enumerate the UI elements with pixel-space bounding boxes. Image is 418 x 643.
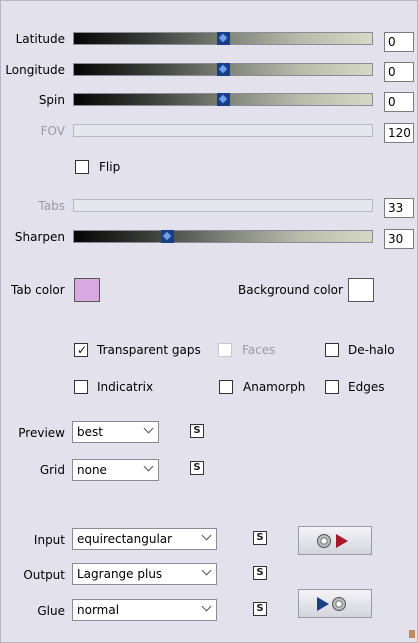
spin-label: Spin bbox=[38, 93, 65, 107]
spin-value-field[interactable]: 0 bbox=[384, 92, 414, 112]
latitude-slider[interactable] bbox=[73, 32, 373, 45]
transparent-gaps-checkbox[interactable]: ✓ bbox=[74, 343, 88, 357]
glue-select-value: normal bbox=[77, 603, 120, 617]
input-s-button[interactable]: S bbox=[253, 531, 267, 545]
glue-label: Glue bbox=[37, 604, 65, 618]
sharpen-label: Sharpen bbox=[14, 230, 65, 244]
indicatrix-checkbox[interactable] bbox=[74, 380, 88, 394]
play-icon bbox=[317, 597, 329, 611]
transparent-gaps-label: Transparent gaps bbox=[97, 343, 201, 357]
preview-select[interactable]: best bbox=[72, 421, 159, 443]
background-color-swatch[interactable] bbox=[348, 278, 374, 302]
faces-label: Faces bbox=[242, 343, 276, 357]
spin-slider-thumb[interactable] bbox=[217, 93, 230, 106]
fov-value-field: 120 bbox=[384, 123, 414, 143]
load-input-button[interactable] bbox=[298, 526, 372, 555]
latitude-slider-thumb[interactable] bbox=[217, 32, 230, 45]
output-label: Output bbox=[23, 568, 65, 582]
indicatrix-label: Indicatrix bbox=[97, 380, 154, 394]
output-select[interactable]: Lagrange plus bbox=[72, 563, 217, 585]
chevron-down-icon bbox=[201, 565, 212, 576]
grid-select[interactable]: none bbox=[72, 459, 159, 481]
latitude-value-field[interactable]: 0 bbox=[384, 32, 414, 52]
settings-panel: Latitude 0 Longitude 0 Spin 0 FOV 120 Fl… bbox=[0, 0, 418, 643]
tab-color-label: Tab color bbox=[11, 283, 65, 297]
preview-label: Preview bbox=[18, 426, 65, 440]
fov-slider bbox=[73, 124, 373, 137]
glue-s-button[interactable]: S bbox=[253, 602, 267, 616]
latitude-label: Latitude bbox=[15, 32, 65, 46]
tabs-slider bbox=[73, 199, 373, 212]
longitude-value-field[interactable]: 0 bbox=[384, 62, 414, 82]
glue-select[interactable]: normal bbox=[72, 599, 217, 621]
save-output-button[interactable] bbox=[298, 589, 372, 618]
output-s-button[interactable]: S bbox=[253, 566, 267, 580]
disc-icon bbox=[332, 597, 346, 611]
input-select-value: equirectangular bbox=[77, 532, 173, 546]
sharpen-slider[interactable] bbox=[73, 230, 373, 243]
anamorph-label: Anamorph bbox=[243, 380, 306, 394]
sharpen-slider-thumb[interactable] bbox=[161, 230, 174, 243]
disc-icon bbox=[317, 534, 331, 548]
output-select-value: Lagrange plus bbox=[77, 567, 163, 581]
longitude-label: Longitude bbox=[5, 63, 65, 77]
flip-checkbox[interactable] bbox=[75, 160, 89, 174]
tab-color-swatch[interactable] bbox=[74, 278, 100, 302]
resize-grip-icon[interactable] bbox=[409, 630, 415, 638]
tabs-label: Tabs bbox=[38, 199, 65, 213]
de-halo-label: De-halo bbox=[348, 343, 395, 357]
grid-label: Grid bbox=[39, 463, 65, 477]
longitude-slider-thumb[interactable] bbox=[217, 63, 230, 76]
checkmark-icon: ✓ bbox=[77, 343, 88, 357]
longitude-slider[interactable] bbox=[73, 63, 373, 76]
background-color-label: Background color bbox=[238, 283, 343, 297]
faces-checkbox bbox=[218, 343, 232, 357]
edges-checkbox[interactable] bbox=[325, 380, 339, 394]
de-halo-checkbox[interactable] bbox=[325, 343, 339, 357]
edges-label: Edges bbox=[348, 380, 385, 394]
grid-select-value: none bbox=[77, 463, 107, 477]
fov-label: FOV bbox=[40, 124, 65, 138]
chevron-down-icon bbox=[143, 423, 154, 434]
play-icon bbox=[336, 534, 348, 548]
preview-select-value: best bbox=[77, 425, 103, 439]
tabs-value-field: 33 bbox=[384, 198, 414, 218]
chevron-down-icon bbox=[201, 530, 212, 541]
chevron-down-icon bbox=[143, 461, 154, 472]
spin-slider[interactable] bbox=[73, 93, 373, 106]
chevron-down-icon bbox=[201, 601, 212, 612]
flip-label: Flip bbox=[99, 160, 121, 174]
preview-s-button[interactable]: S bbox=[190, 424, 204, 438]
input-select[interactable]: equirectangular bbox=[72, 528, 217, 550]
input-label: Input bbox=[33, 533, 65, 547]
sharpen-value-field[interactable]: 30 bbox=[384, 229, 414, 249]
grid-s-button[interactable]: S bbox=[190, 461, 204, 475]
anamorph-checkbox[interactable] bbox=[219, 380, 233, 394]
